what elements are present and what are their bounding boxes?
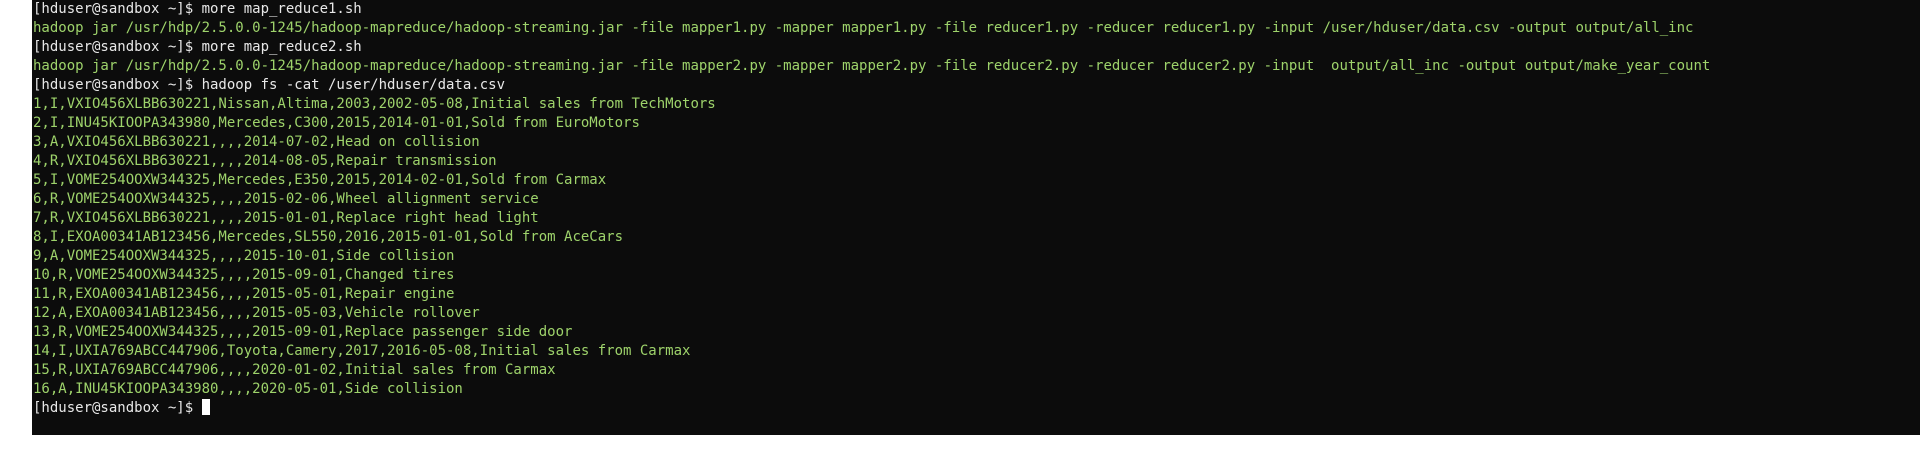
output-text: 16,A,INU45KIOOPA343980,,,,2020-05-01,Sid…: [33, 381, 463, 397]
output-line: 9,A,VOME254OOXW344325,,,,2015-10-01,Side…: [33, 247, 1710, 266]
output-text: 8,I,EXOA00341AB123456,Mercedes,SL550,201…: [33, 229, 624, 245]
output-text: 14,I,UXIA769ABCC447906,Toyota,Camery,201…: [33, 343, 691, 359]
output-text: 4,R,VXIO456XLBB630221,,,,2014-08-05,Repa…: [33, 153, 497, 169]
prompt-line: [hduser@sandbox ~]$ more map_reduce2.sh: [33, 38, 1710, 57]
terminal-window[interactable]: [hduser@sandbox ~]$ more map_reduce1.shh…: [32, 0, 1920, 435]
output-text: 10,R,VOME254OOXW344325,,,,2015-09-01,Cha…: [33, 267, 455, 283]
prompt-line: [hduser@sandbox ~]$: [33, 399, 1710, 418]
output-text: 15,R,UXIA769ABCC447906,,,,2020-01-02,Ini…: [33, 362, 556, 378]
output-text: 13,R,VOME254OOXW344325,,,,2015-09-01,Rep…: [33, 324, 573, 340]
output-line: 2,I,INU45KIOOPA343980,Mercedes,C300,2015…: [33, 114, 1710, 133]
output-text: hadoop jar /usr/hdp/2.5.0.0-1245/hadoop-…: [33, 20, 1694, 36]
output-line: hadoop jar /usr/hdp/2.5.0.0-1245/hadoop-…: [33, 19, 1710, 38]
output-text: 6,R,VOME254OOXW344325,,,,2015-02-06,Whee…: [33, 191, 539, 207]
output-line: 1,I,VXIO456XLBB630221,Nissan,Altima,2003…: [33, 95, 1710, 114]
output-line: 16,A,INU45KIOOPA343980,,,,2020-05-01,Sid…: [33, 380, 1710, 399]
output-line: 14,I,UXIA769ABCC447906,Toyota,Camery,201…: [33, 342, 1710, 361]
prompt-text: [hduser@sandbox ~]$ more map_reduce1.sh: [33, 1, 362, 17]
terminal-output: [hduser@sandbox ~]$ more map_reduce1.shh…: [33, 0, 1710, 418]
output-line: 10,R,VOME254OOXW344325,,,,2015-09-01,Cha…: [33, 266, 1710, 285]
prompt-text: [hduser@sandbox ~]$ more map_reduce2.sh: [33, 39, 362, 55]
prompt-line: [hduser@sandbox ~]$ hadoop fs -cat /user…: [33, 76, 1710, 95]
prompt-line: [hduser@sandbox ~]$ more map_reduce1.sh: [33, 0, 1710, 19]
output-line: 15,R,UXIA769ABCC447906,,,,2020-01-02,Ini…: [33, 361, 1710, 380]
output-line: 11,R,EXOA00341AB123456,,,,2015-05-01,Rep…: [33, 285, 1710, 304]
output-text: 3,A,VXIO456XLBB630221,,,,2014-07-02,Head…: [33, 134, 480, 150]
output-line: 12,A,EXOA00341AB123456,,,,2015-05-03,Veh…: [33, 304, 1710, 323]
output-text: 1,I,VXIO456XLBB630221,Nissan,Altima,2003…: [33, 96, 716, 112]
output-text: 11,R,EXOA00341AB123456,,,,2015-05-01,Rep…: [33, 286, 455, 302]
output-line: 7,R,VXIO456XLBB630221,,,,2015-01-01,Repl…: [33, 209, 1710, 228]
output-line: 13,R,VOME254OOXW344325,,,,2015-09-01,Rep…: [33, 323, 1710, 342]
output-text: 2,I,INU45KIOOPA343980,Mercedes,C300,2015…: [33, 115, 640, 131]
prompt-text: [hduser@sandbox ~]$ hadoop fs -cat /user…: [33, 77, 506, 93]
output-line: hadoop jar /usr/hdp/2.5.0.0-1245/hadoop-…: [33, 57, 1710, 76]
output-line: 6,R,VOME254OOXW344325,,,,2015-02-06,Whee…: [33, 190, 1710, 209]
output-line: 4,R,VXIO456XLBB630221,,,,2014-08-05,Repa…: [33, 152, 1710, 171]
output-text: 12,A,EXOA00341AB123456,,,,2015-05-03,Veh…: [33, 305, 480, 321]
output-text: 9,A,VOME254OOXW344325,,,,2015-10-01,Side…: [33, 248, 455, 264]
output-text: hadoop jar /usr/hdp/2.5.0.0-1245/hadoop-…: [33, 58, 1711, 74]
text-cursor[interactable]: [201, 399, 210, 415]
output-line: 8,I,EXOA00341AB123456,Mercedes,SL550,201…: [33, 228, 1710, 247]
output-line: 5,I,VOME254OOXW344325,Mercedes,E350,2015…: [33, 171, 1710, 190]
output-text: 5,I,VOME254OOXW344325,Mercedes,E350,2015…: [33, 172, 607, 188]
output-line: 3,A,VXIO456XLBB630221,,,,2014-07-02,Head…: [33, 133, 1710, 152]
output-text: 7,R,VXIO456XLBB630221,,,,2015-01-01,Repl…: [33, 210, 539, 226]
prompt-text: [hduser@sandbox ~]$: [33, 400, 202, 416]
